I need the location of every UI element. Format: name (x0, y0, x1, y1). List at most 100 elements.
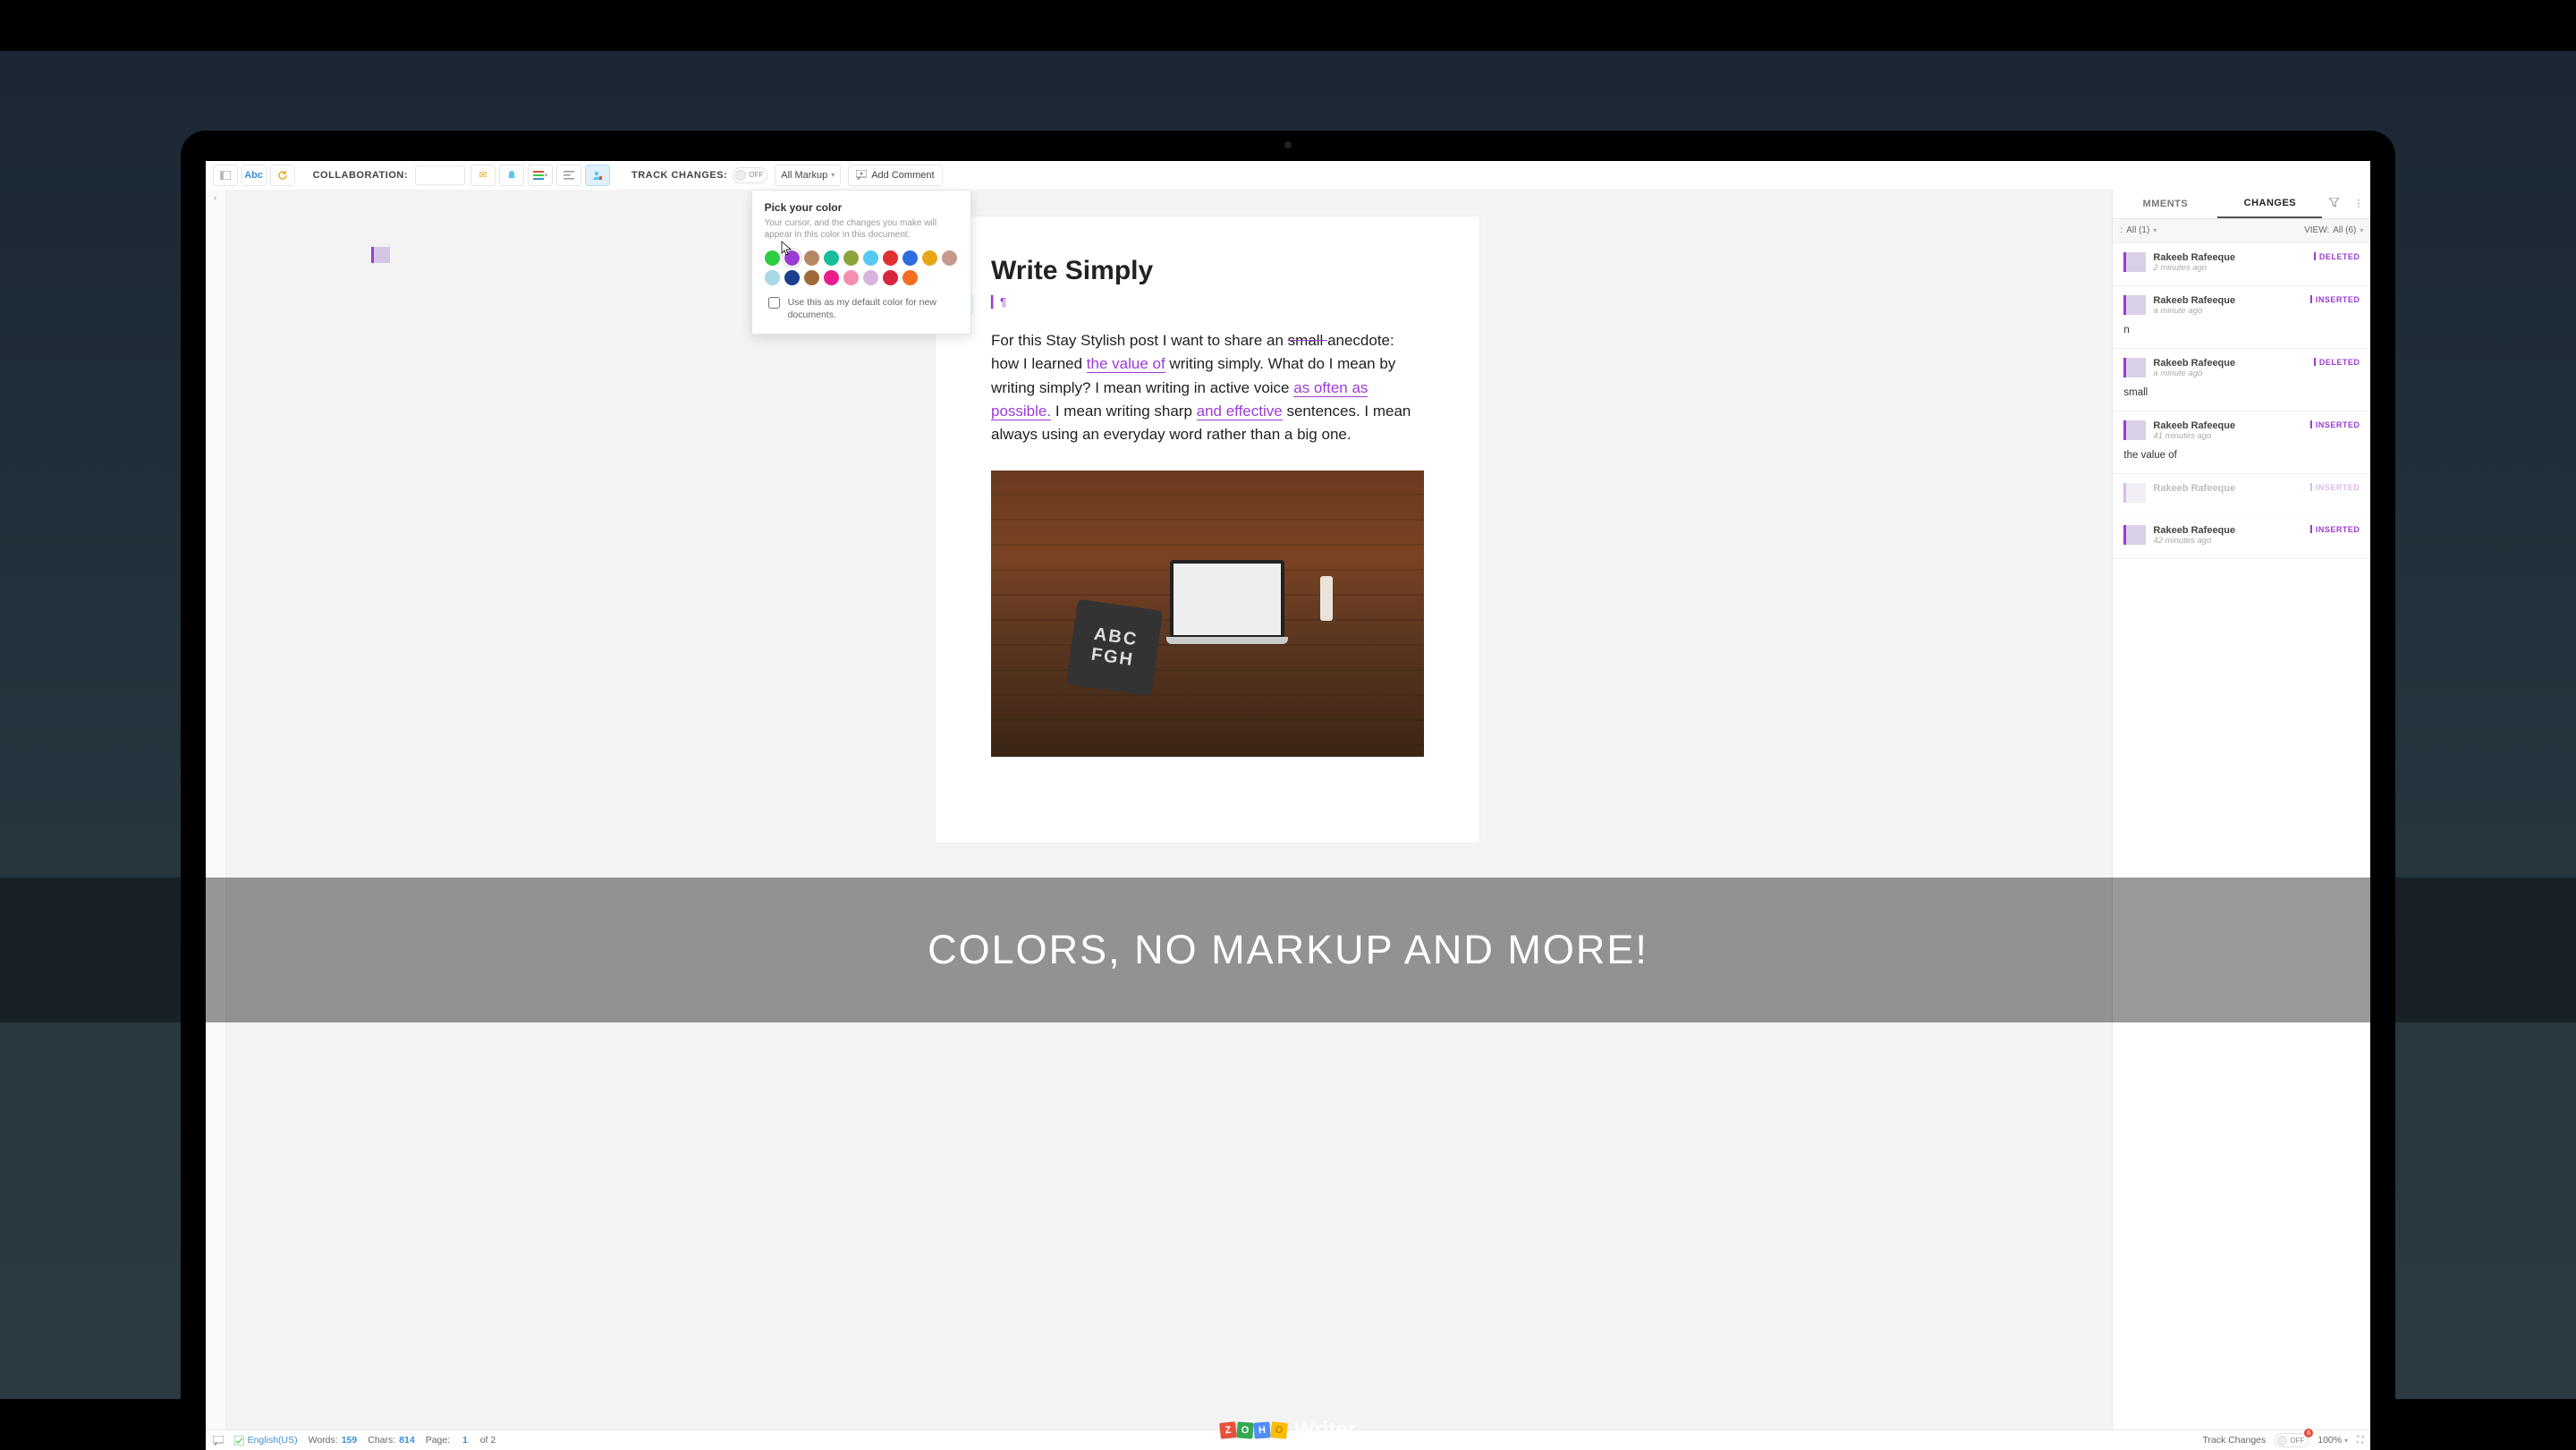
panel-toggle-button[interactable] (213, 165, 238, 186)
change-body: n (2123, 325, 2360, 335)
tab-changes[interactable]: CHANGES (2217, 190, 2322, 218)
filter-icon[interactable] (2329, 198, 2339, 210)
color-swatch[interactable] (942, 250, 957, 266)
color-swatch[interactable] (863, 270, 878, 285)
image-remote (1320, 576, 1333, 621)
spellcheck-button[interactable]: Abc (242, 165, 267, 186)
color-swatches (765, 250, 958, 285)
color-swatch[interactable] (902, 250, 918, 266)
change-author: Rakeeb Rafeeque (2153, 525, 2309, 536)
color-swatch[interactable] (784, 270, 800, 285)
color-swatch[interactable] (843, 250, 859, 266)
change-avatar (2123, 358, 2146, 377)
markup-dropdown[interactable]: All Markup▾ (775, 165, 841, 186)
popover-description: Your cursor, and the changes you make wi… (765, 217, 958, 242)
change-avatar (2123, 295, 2146, 315)
more-icon[interactable]: ⋮ (2353, 198, 2363, 209)
change-time: a minute ago (2153, 369, 2313, 378)
collaboration-field[interactable] (415, 165, 465, 185)
brand-name: Writer (1294, 1418, 1356, 1443)
add-comment-button[interactable]: Add Comment (848, 165, 942, 186)
brand-footer: ZOHO Writer (0, 1418, 2576, 1443)
color-swatch[interactable] (765, 270, 780, 285)
page[interactable]: Write Simply + ☰ ▎¶ For this Stay Stylis… (936, 216, 1479, 843)
color-swatch[interactable] (922, 250, 937, 266)
change-item[interactable]: Rakeeb Rafeeque42 minutes agoINSERTED (2113, 516, 2370, 559)
change-author: Rakeeb Rafeeque (2153, 420, 2309, 431)
camera-dot (1284, 141, 1292, 148)
changes-list: Rakeeb Rafeeque2 minutes agoDELETEDRakee… (2113, 243, 2370, 1430)
user-color-button[interactable] (585, 165, 610, 186)
color-swatch[interactable] (784, 250, 800, 266)
track-changes-toggle[interactable]: OFF (733, 167, 767, 183)
change-item[interactable]: Rakeeb RafeequeINSERTED (2113, 474, 2370, 516)
document-image[interactable]: ABCFGH (991, 471, 1424, 757)
change-author: Rakeeb Rafeeque (2153, 295, 2309, 306)
zoho-logo: ZOHO (1220, 1422, 1287, 1438)
letterbox-top (0, 0, 2576, 51)
video-caption-overlay: COLORS, NO MARKUP AND MORE! (0, 878, 2576, 1022)
default-color-checkbox[interactable] (768, 297, 780, 309)
change-time: 2 minutes ago (2153, 263, 2313, 273)
app-body: ‹ Write Simply + ☰ ▎¶ (206, 190, 2371, 1430)
collaborator-cursor-avatar (371, 247, 390, 263)
color-swatch[interactable] (883, 250, 898, 266)
mail-button[interactable]: ✉ (470, 165, 496, 186)
change-body: small (2123, 387, 2360, 398)
filter-user-dropdown[interactable]: : All (1)▾ (2120, 225, 2157, 235)
color-swatch[interactable] (824, 250, 839, 266)
change-badge: DELETED (2314, 252, 2360, 261)
color-swatch[interactable] (902, 270, 918, 285)
monitor-frame: Abc COLLABORATION: ✉ ▾ TRACK CHANGES: OF… (181, 131, 2396, 1450)
change-avatar (2123, 420, 2146, 440)
color-swatch[interactable] (804, 250, 819, 266)
change-time: a minute ago (2153, 306, 2309, 316)
change-avatar (2123, 252, 2146, 272)
stage: Abc COLLABORATION: ✉ ▾ TRACK CHANGES: OF… (0, 0, 2576, 1450)
change-author: Rakeeb Rafeeque (2153, 483, 2309, 494)
right-panel-tabs: MMENTS CHANGES ⋮ (2113, 190, 2370, 219)
change-badge: INSERTED (2310, 483, 2360, 492)
color-swatch[interactable] (843, 270, 859, 285)
list-color-button[interactable]: ▾ (528, 165, 553, 186)
image-pillow: ABCFGH (1066, 598, 1163, 695)
change-body: the value of (2123, 450, 2360, 461)
change-item[interactable]: Rakeeb Rafeeque41 minutes agoINSERTED the… (2113, 411, 2370, 474)
document-body[interactable]: For this Stay Stylish post I want to sha… (991, 329, 1424, 447)
default-color-checkbox-row[interactable]: Use this as my default color for new doc… (765, 296, 958, 321)
collapse-icon[interactable]: ‹ (214, 193, 216, 203)
inserted-text: the value of (1087, 355, 1165, 373)
change-item[interactable]: Rakeeb Rafeequea minute agoINSERTEDn (2113, 286, 2370, 349)
collaboration-label: COLLABORATION: (313, 170, 408, 181)
right-panel: MMENTS CHANGES ⋮ : All (1)▾ VIEW: All (6… (2112, 190, 2370, 1430)
color-swatch[interactable] (863, 250, 878, 266)
change-badge: INSERTED (2310, 525, 2360, 534)
change-badge: INSERTED (2310, 420, 2360, 429)
left-rail: ‹ (206, 190, 226, 1430)
color-swatch[interactable] (883, 270, 898, 285)
notify-button[interactable] (499, 165, 524, 186)
change-time: 42 minutes ago (2153, 536, 2309, 546)
color-swatch[interactable] (765, 250, 780, 266)
inserted-text: and effective (1197, 403, 1283, 420)
change-item[interactable]: Rakeeb Rafeeque2 minutes agoDELETED (2113, 243, 2370, 286)
document-title[interactable]: Write Simply (991, 256, 1424, 286)
refresh-button[interactable] (270, 165, 295, 186)
tab-comments[interactable]: MMENTS (2113, 190, 2217, 218)
popover-title: Pick your color (765, 201, 958, 214)
changes-filter-bar: : All (1)▾ VIEW: All (6)▾ (2113, 219, 2370, 243)
deleted-text: small (1288, 332, 1327, 349)
change-time: 41 minutes ago (2153, 431, 2309, 441)
change-badge: DELETED (2314, 358, 2360, 367)
change-item[interactable]: Rakeeb Rafeequea minute agoDELETEDsmall (2113, 349, 2370, 411)
change-avatar (2123, 483, 2146, 503)
align-button[interactable] (556, 165, 581, 186)
color-swatch[interactable] (804, 270, 819, 285)
change-avatar (2123, 525, 2146, 545)
left-gutter (226, 190, 303, 1430)
caption-text: COLORS, NO MARKUP AND MORE! (928, 927, 1648, 973)
filter-view-dropdown[interactable]: VIEW: All (6)▾ (2304, 225, 2363, 235)
change-author: Rakeeb Rafeeque (2153, 252, 2313, 263)
document-area: Write Simply + ☰ ▎¶ For this Stay Stylis… (303, 190, 2113, 1430)
color-swatch[interactable] (824, 270, 839, 285)
